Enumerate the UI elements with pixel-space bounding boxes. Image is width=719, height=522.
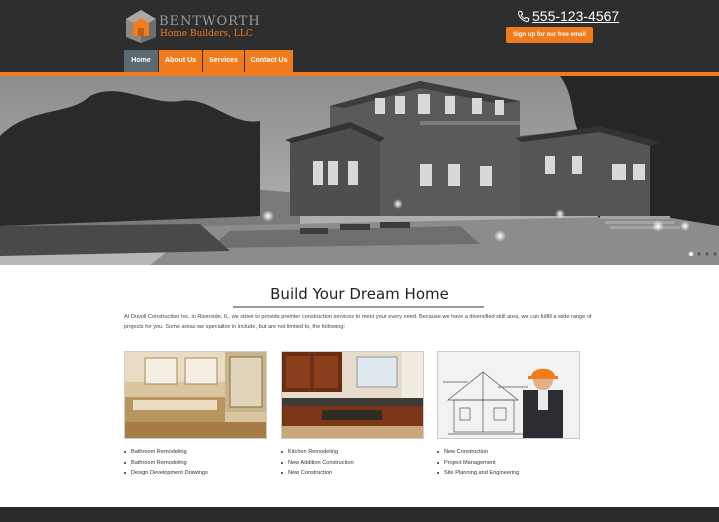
nav-item-about-us[interactable]: About Us — [159, 50, 202, 72]
section-title: Build Your Dream Home — [270, 285, 449, 303]
slider-dot-2[interactable] — [696, 251, 702, 257]
construction-blueprint-image[interactable] — [437, 351, 580, 439]
list-item: Site Planning and Engineering — [437, 468, 587, 479]
phone-icon — [517, 10, 530, 22]
phone-link[interactable]: 555-123-4567 — [517, 7, 619, 25]
slider-dot-4[interactable] — [712, 251, 718, 257]
kitchen-image[interactable] — [281, 351, 424, 439]
list-item: New Addition Construction — [281, 458, 431, 469]
phone-number[interactable]: 555-123-4567 — [532, 8, 619, 24]
service-list-bathroom: Bathroom Remodeling Bathroom Remodeling … — [124, 447, 274, 479]
list-item: Project Management — [437, 458, 587, 469]
logo[interactable]: BENTWORTH Home Builders, LLC — [124, 8, 260, 48]
list-item: Bathroom Remodeling — [124, 458, 274, 469]
service-list-kitchen: Kitchen Remodeling New Addition Construc… — [281, 447, 431, 479]
footer — [0, 507, 719, 522]
hero-house-image — [0, 76, 719, 265]
list-item: Kitchen Remodeling — [281, 447, 431, 458]
intro-text: At Duvoll Construction Inc. in Riverside… — [124, 314, 592, 330]
hero-slider[interactable] — [0, 76, 719, 265]
list-item: Design Development Drawings — [124, 468, 274, 479]
brand-name: BENTWORTH — [159, 14, 261, 29]
email-signup-button[interactable]: Sign up for our free email — [506, 27, 593, 43]
slider-dot-3[interactable] — [704, 251, 710, 257]
brand-subtitle: Home Builders, LLC — [160, 29, 253, 39]
list-item: New Construction — [437, 447, 587, 458]
title-divider — [233, 306, 484, 308]
main-nav: Home About Us Services Contact Us — [124, 50, 294, 72]
nav-item-services[interactable]: Services — [203, 50, 244, 72]
nav-item-contact-us[interactable]: Contact Us — [245, 50, 293, 72]
bathroom-image[interactable] — [124, 351, 267, 439]
list-item: Bathroom Remodeling — [124, 447, 274, 458]
service-list-construction: New Construction Project Management Site… — [437, 447, 587, 479]
nav-item-home[interactable]: Home — [124, 50, 158, 72]
list-item: New Construction — [281, 468, 431, 479]
slider-pagination — [686, 251, 718, 257]
slider-dot-1[interactable] — [688, 251, 694, 257]
house-logo-icon — [126, 10, 156, 43]
